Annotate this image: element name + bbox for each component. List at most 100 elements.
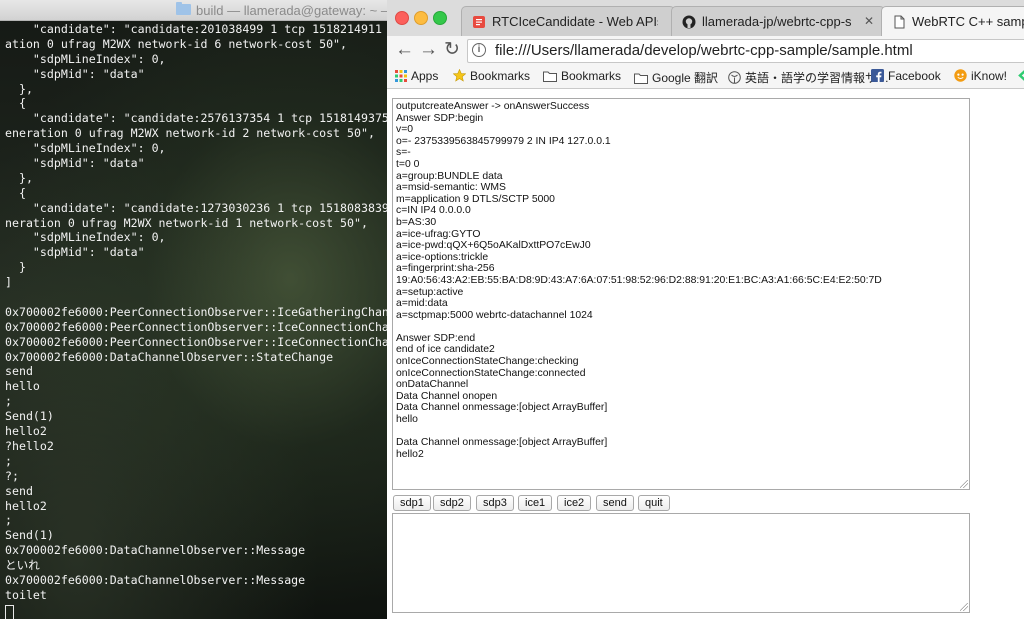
terminal-titlebar[interactable]: build — llamerada@gateway: ~ — <box>0 0 387 21</box>
terminal-window[interactable]: build — llamerada@gateway: ~ — "candidat… <box>0 0 387 619</box>
bookmark-label: Google 翻訳 <box>652 71 719 85</box>
terminal-line: 0x700002fe6000:PeerConnectionObserver::I… <box>5 304 387 319</box>
github-icon <box>682 15 696 29</box>
output-line <box>396 426 969 438</box>
terminal-title: build — llamerada@gateway: ~ — <box>196 3 387 18</box>
terminal-line: ; <box>5 453 12 468</box>
bookmarks-bar: Apps Bookmarks Bookmarks Google 翻訳 英語・語学… <box>387 66 1024 89</box>
output-line: hello2 <box>396 448 424 460</box>
url-text[interactable]: file:///Users/llamerada/develop/webrtc-c… <box>495 42 913 59</box>
terminal-line: 0x700002fe6000:PeerConnectionObserver::I… <box>5 319 387 334</box>
address-bar[interactable]: i file:///Users/llamerada/develop/webrtc… <box>467 39 1024 63</box>
terminal-line: 0x700002fe6000:PeerConnectionObserver::I… <box>5 334 387 349</box>
message-input-textarea[interactable] <box>392 513 970 613</box>
ice1-button[interactable]: ice1 <box>518 495 553 511</box>
sdp3-button[interactable]: sdp3 <box>476 495 514 511</box>
output-line: t=0 0 <box>396 158 420 170</box>
page-content: outputcreateAnswer -> onAnswerSuccess Ans… <box>387 89 1024 619</box>
output-line: c=IN IP4 0.0.0.0 <box>396 205 471 217</box>
bookmark-label: Bookmarks <box>470 69 531 83</box>
ice2-button[interactable]: ice2 <box>557 495 592 511</box>
output-text: outputcreateAnswer -> onAnswerSuccess Ans… <box>393 99 969 460</box>
bookmark-google-translate[interactable]: Google 翻訳 <box>634 69 718 85</box>
terminal-line: ] <box>5 275 12 290</box>
terminal-line: hello2 <box>5 498 47 513</box>
bookmark-iknow[interactable]: iKnow! <box>954 69 1007 85</box>
output-line: s=- <box>396 147 411 159</box>
terminal-line: }, <box>5 170 33 185</box>
bookmark-english-learning[interactable]: 英語・語学の学習情報サ… <box>728 69 889 85</box>
output-line: m=application 9 DTLS/SCTP 5000 <box>396 193 555 205</box>
tab-label: llamerada-jp/webrtc-cpp-samp <box>702 14 852 29</box>
green-arrow-icon <box>1018 70 1024 81</box>
folder-icon <box>543 71 557 82</box>
reload-icon[interactable]: ↻ <box>444 39 460 61</box>
bookmark-label: 英語・語学の学習情報サ… <box>745 71 890 85</box>
tab-github[interactable]: llamerada-jp/webrtc-cpp-samp ✕ <box>671 6 885 36</box>
output-line: Answer SDP:begin <box>396 112 484 124</box>
terminal-line: }, <box>5 81 33 96</box>
sdp2-button[interactable]: sdp2 <box>433 495 471 511</box>
output-textarea[interactable]: outputcreateAnswer -> onAnswerSuccess Ans… <box>392 98 970 490</box>
output-line: a=msid-semantic: WMS <box>396 182 506 194</box>
terminal-line: Send(1) <box>5 528 54 543</box>
bookmark-overflow[interactable] <box>1018 69 1024 85</box>
terminal-line: { <box>5 96 26 111</box>
terminal-line: ; <box>5 394 12 409</box>
output-line: outputcreateAnswer -> onAnswerSuccess <box>396 101 590 112</box>
output-line: a=setup:active <box>396 286 464 298</box>
window-minimize-button[interactable] <box>414 11 428 25</box>
sdp1-button[interactable]: sdp1 <box>393 495 431 511</box>
tab-rtcicecandidate[interactable]: RTCIceCandidate - Web APIs | <box>461 6 675 36</box>
terminal-line: neration 0 ufrag M2WX network-id 1 netwo… <box>5 215 368 230</box>
send-button[interactable]: send <box>596 495 634 511</box>
browser-window: RTCIceCandidate - Web APIs | llamerada-j… <box>387 0 1024 619</box>
terminal-line: "candidate": "candidate:201038499 1 tcp … <box>5 22 387 36</box>
terminal-cursor <box>5 605 14 619</box>
bookmark-bookmarks-folder[interactable]: Bookmarks <box>543 69 621 85</box>
output-line: Answer SDP:end <box>396 332 476 344</box>
close-icon[interactable]: ✕ <box>864 14 874 28</box>
terminal-line: "candidate": "candidate:2576137354 1 tcp… <box>5 111 387 126</box>
bookmark-bookmarks-star[interactable]: Bookmarks <box>453 69 530 85</box>
tab-strip: RTCIceCandidate - Web APIs | llamerada-j… <box>387 0 1024 36</box>
terminal-line: ation 0 ufrag M2WX network-id 6 network-… <box>5 36 348 51</box>
output-line <box>396 321 969 333</box>
output-line: a=fingerprint:sha-256 <box>396 263 495 275</box>
terminal-line: "candidate": "candidate:1273030236 1 tcp… <box>5 200 387 215</box>
output-line: a=sctpmap:5000 webrtc-datachannel 1024 <box>396 309 593 321</box>
terminal-line: hello2 <box>5 424 47 439</box>
iknow-icon <box>954 69 967 82</box>
output-line: hello <box>396 414 418 426</box>
bookmark-label: Bookmarks <box>561 69 622 83</box>
tab-label: WebRTC C++ sample <box>912 14 1024 29</box>
folder-icon <box>176 2 191 15</box>
output-line: onIceConnectionStateChange:connected <box>396 367 586 379</box>
resize-grip-icon[interactable] <box>960 603 968 611</box>
terminal-line: "sdpMLineIndex": 0, <box>5 51 166 66</box>
bookmark-apps[interactable]: Apps <box>395 69 438 85</box>
terminal-line: ?; <box>5 468 19 483</box>
terminal-line: Send(1) <box>5 409 54 424</box>
bookmark-facebook[interactable]: Facebook <box>871 69 941 85</box>
back-arrow-icon[interactable]: ← <box>395 39 414 61</box>
star-icon <box>453 69 466 82</box>
quit-button[interactable]: quit <box>638 495 670 511</box>
terminal-output: "candidate": "candidate:201038499 1 tcp … <box>5 22 387 603</box>
forward-arrow-icon[interactable]: → <box>419 39 438 61</box>
bookmark-label: Apps <box>411 69 439 83</box>
output-line: 19:A0:56:43:A2:EB:55:BA:D8:9D:43:A7:6A:0… <box>396 274 882 286</box>
document-icon <box>473 16 485 28</box>
tab-webrtc-sample[interactable]: WebRTC C++ sample <box>881 6 1024 36</box>
terminal-line: hello <box>5 379 40 394</box>
resize-grip-icon[interactable] <box>960 480 968 488</box>
page-icon <box>894 15 905 29</box>
output-line: v=0 <box>396 124 414 136</box>
window-zoom-button[interactable] <box>433 11 447 25</box>
window-close-button[interactable] <box>395 11 409 25</box>
terminal-line: といれ <box>5 558 40 573</box>
terminal-line: "sdpMid": "data" <box>5 245 145 260</box>
output-line: o=- 2375339563845799979 2 IN IP4 127.0.0… <box>396 135 611 147</box>
info-icon[interactable]: i <box>472 43 486 57</box>
bookmark-label: Facebook <box>888 69 941 83</box>
